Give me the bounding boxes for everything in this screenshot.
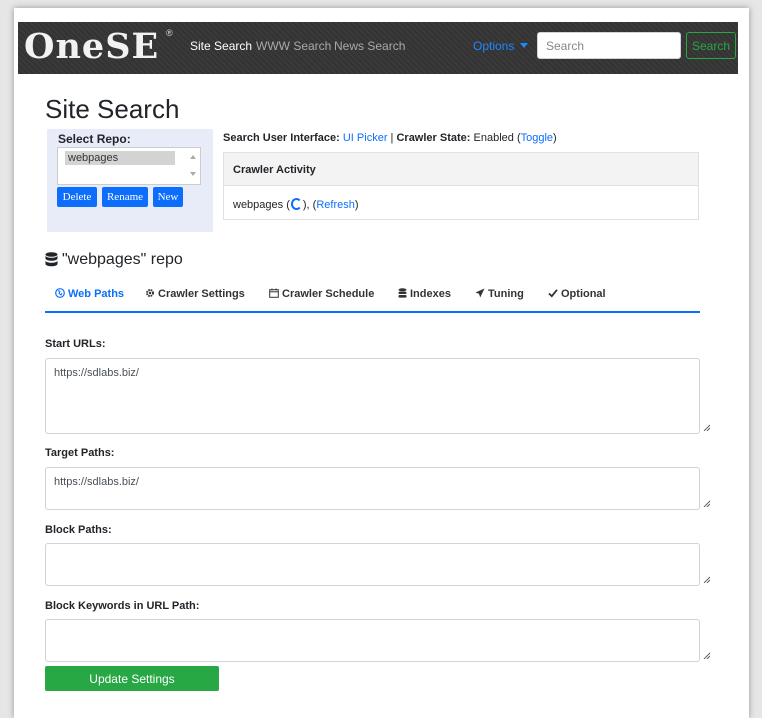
target-paths-input[interactable]: https://sdlabs.biz/ xyxy=(45,467,700,510)
crawler-activity-header: Crawler Activity xyxy=(224,153,698,186)
repo-heading-text: "webpages" repo xyxy=(62,251,183,268)
logo[interactable]: OneSE xyxy=(24,26,159,67)
nav-site-search[interactable]: Site Search xyxy=(190,39,252,53)
tab-web-paths[interactable]: Web Paths xyxy=(55,288,124,300)
crawler-activity-card: Crawler Activity webpages (), (Refresh) xyxy=(223,152,699,220)
options-label: Options xyxy=(473,39,515,53)
scroll-up-icon[interactable] xyxy=(190,155,196,159)
nav-www-search[interactable]: WWW Search xyxy=(256,39,331,53)
repo-heading: "webpages" repo xyxy=(45,251,183,269)
block-paths-label: Block Paths: xyxy=(45,524,112,536)
search-input[interactable] xyxy=(537,32,681,59)
refresh-link[interactable]: Refresh xyxy=(316,199,355,211)
toggle-link[interactable]: Toggle xyxy=(521,132,553,144)
navbar: OneSE ® Site Search WWW Search News Sear… xyxy=(18,22,738,74)
database-icon xyxy=(45,252,58,267)
settings-tabs: Web Paths Crawler Settings Crawler Sched… xyxy=(45,283,700,313)
send-icon xyxy=(475,288,485,298)
crawler-activity-body: webpages (), (Refresh) xyxy=(233,198,359,211)
ui-picker-link[interactable]: UI Picker xyxy=(343,132,388,144)
nav-news-search[interactable]: News Search xyxy=(334,39,405,53)
tab-label: Optional xyxy=(561,288,606,300)
block-keywords-input[interactable] xyxy=(45,619,700,662)
crawler-state-value: Enabled xyxy=(473,132,514,144)
start-urls-input[interactable]: https://sdlabs.biz/ xyxy=(45,358,700,434)
search-button[interactable]: Search xyxy=(686,32,736,59)
update-settings-button[interactable]: Update Settings xyxy=(45,666,219,691)
select-repo-label: Select Repo: xyxy=(58,132,131,146)
tab-label: Web Paths xyxy=(68,288,125,300)
block-keywords-label: Block Keywords in URL Path: xyxy=(45,600,200,612)
new-repo-button[interactable]: New xyxy=(153,187,183,207)
resize-grip-icon[interactable] xyxy=(703,576,710,583)
repo-option-selected[interactable]: webpages xyxy=(65,151,175,165)
tab-label: Tuning xyxy=(488,288,524,300)
calendar-icon xyxy=(269,288,279,298)
ui-label: Search User Interface xyxy=(223,132,337,144)
resize-grip-icon[interactable] xyxy=(703,500,710,507)
tab-label: Crawler Schedule xyxy=(282,288,375,300)
rename-repo-button[interactable]: Rename xyxy=(102,187,148,207)
caret-down-icon xyxy=(520,43,529,48)
scroll-down-icon[interactable] xyxy=(190,172,196,176)
tab-tuning[interactable]: Tuning xyxy=(475,288,524,300)
start-urls-label: Start URLs: xyxy=(45,338,106,350)
tab-optional[interactable]: Optional xyxy=(548,288,606,300)
repo-info-line: Search User Interface: UI Picker | Crawl… xyxy=(223,132,557,144)
resize-grip-icon[interactable] xyxy=(703,424,710,431)
tab-label: Indexes xyxy=(410,288,451,300)
registered-mark: ® xyxy=(166,28,173,38)
globe-icon xyxy=(55,288,65,298)
tab-indexes[interactable]: Indexes xyxy=(398,288,451,300)
crawler-activity-title: Crawler Activity xyxy=(233,164,316,176)
repo-listbox[interactable]: webpages xyxy=(57,147,201,185)
repo-panel: Select Repo: webpages Delete Rename New xyxy=(47,129,213,232)
options-dropdown[interactable]: Options xyxy=(473,39,529,53)
tab-label: Crawler Settings xyxy=(158,288,245,300)
check-icon xyxy=(548,289,558,298)
spinner-icon xyxy=(290,198,302,210)
gear-icon xyxy=(146,289,154,297)
delete-repo-button[interactable]: Delete xyxy=(57,187,97,207)
activity-repo-name: webpages xyxy=(233,199,284,211)
target-paths-label: Target Paths: xyxy=(45,447,115,459)
block-paths-input[interactable] xyxy=(45,543,700,586)
database-icon xyxy=(398,288,407,298)
info-separator: | xyxy=(390,132,394,144)
crawler-state-label: Crawler State xyxy=(396,132,467,144)
tab-crawler-schedule[interactable]: Crawler Schedule xyxy=(269,288,374,300)
resize-grip-icon[interactable] xyxy=(703,652,710,659)
page-title: Site Search xyxy=(45,94,180,124)
tab-crawler-settings[interactable]: Crawler Settings xyxy=(145,288,245,300)
